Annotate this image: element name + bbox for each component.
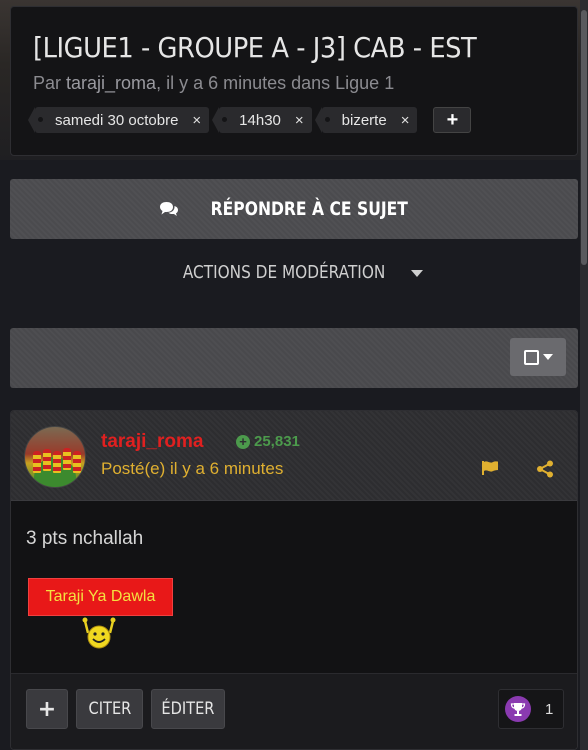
tag[interactable]: 14h30 × [212, 107, 312, 133]
multiquote-add-button[interactable]: + [26, 689, 68, 729]
meta-suffix: , il y a 6 minutes dans Ligue 1 [156, 73, 395, 93]
edit-button[interactable]: ÉDITER [151, 689, 225, 729]
post: taraji_roma + 25,831 Posté(e) il y a 6 m… [10, 410, 578, 750]
caret-down-icon [542, 354, 553, 360]
comments-icon [159, 202, 178, 216]
tag-remove-icon[interactable]: × [192, 112, 201, 129]
tag-remove-icon[interactable]: × [401, 112, 410, 129]
add-tag-button[interactable]: + [433, 107, 472, 133]
checkbox-icon [523, 349, 539, 365]
moderation-actions-menu[interactable]: ACTIONS DE MODÉRATION [0, 262, 588, 283]
report-flag-icon[interactable] [481, 460, 499, 476]
trophy-icon [505, 696, 531, 722]
reply-to-topic-button[interactable]: RÉPONDRE À CE SUJET [10, 179, 578, 239]
tag[interactable]: samedi 30 octobre × [27, 107, 210, 133]
post-timestamp[interactable]: Posté(e) il y a 6 minutes [101, 459, 283, 479]
reputation-badge: + 25,831 [236, 433, 300, 450]
plus-icon: + [37, 696, 57, 722]
tag[interactable]: bizerte × [314, 107, 418, 133]
tag-remove-icon[interactable]: × [295, 112, 304, 129]
post-header: taraji_roma + 25,831 Posté(e) il y a 6 m… [11, 411, 577, 501]
caret-down-icon [410, 269, 423, 277]
moderation-bar [10, 328, 578, 388]
topic-title: [LIGUE1 - GROUPE A - J3] CAB - EST [33, 31, 477, 64]
tag-list: samedi 30 octobre × 14h30 × bizerte × + [27, 107, 472, 133]
select-posts-button[interactable] [510, 338, 566, 376]
topic-header: [LIGUE1 - GROUPE A - J3] CAB - EST Par t… [10, 6, 578, 156]
moderation-actions-label: ACTIONS DE MODÉRATION [182, 262, 386, 283]
share-icon[interactable] [536, 460, 554, 478]
avatar[interactable] [24, 426, 86, 488]
post-content: 3 pts nchallah [26, 528, 144, 549]
meta-prefix: Par [33, 73, 67, 93]
topic-author-link[interactable]: taraji_roma [66, 73, 156, 93]
post-footer: + CITER ÉDITER 1 [11, 673, 577, 749]
cheering-smiley-icon [82, 617, 116, 649]
tag-label: 14h30 [239, 111, 281, 129]
signature-banner: Taraji Ya Dawla [28, 578, 173, 616]
tag-label: bizerte [341, 111, 387, 129]
plus-circle-icon: + [236, 434, 250, 449]
reaction-count: 1 [545, 700, 554, 718]
quote-button[interactable]: CITER [76, 689, 143, 729]
post-author-link[interactable]: taraji_roma [101, 431, 203, 453]
tag-label: samedi 30 octobre [55, 111, 179, 129]
edit-button-label: ÉDITER [161, 699, 215, 719]
reaction-summary[interactable]: 1 [498, 689, 564, 729]
reputation-value: 25,831 [254, 433, 300, 450]
reply-button-label: RÉPONDRE À CE SUJET [210, 198, 408, 220]
scrollbar[interactable] [580, 0, 588, 750]
scrollbar-thumb[interactable] [581, 10, 587, 265]
quote-button-label: CITER [88, 699, 131, 719]
topic-meta: Par taraji_roma, il y a 6 minutes dans L… [33, 73, 394, 94]
